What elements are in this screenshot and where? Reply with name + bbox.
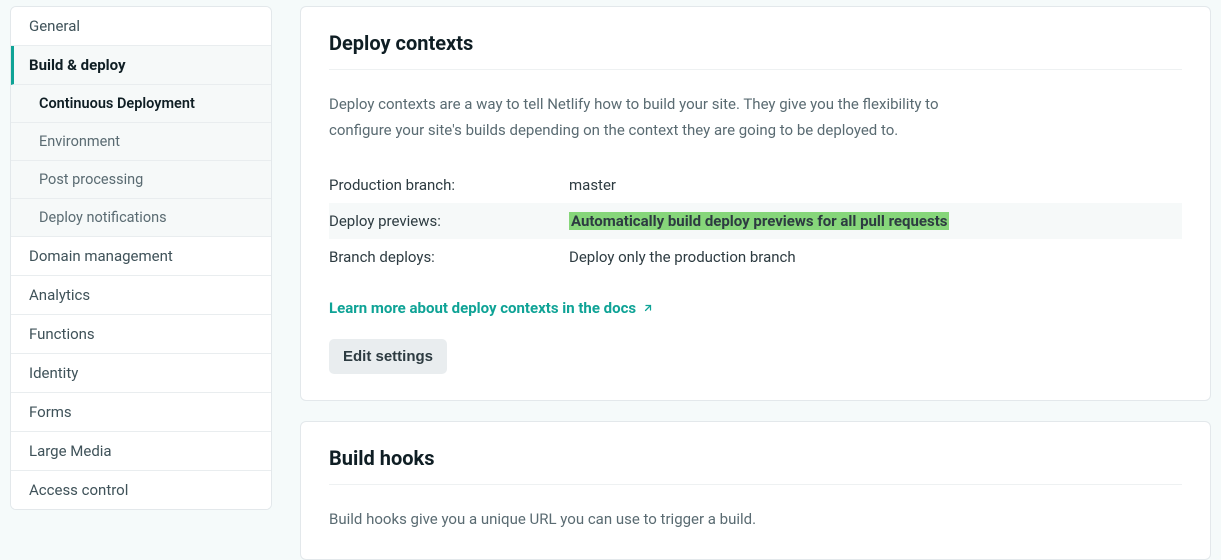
table-row: Deploy previews: Automatically build dep… [329,203,1182,239]
branch-deploys-value: Deploy only the production branch [569,239,1182,275]
sidebar-sub-environment[interactable]: Environment [11,123,271,161]
build-hooks-description: Build hooks give you a unique URL you ca… [329,507,989,533]
production-branch-label: Production branch: [329,167,569,203]
sidebar-item-domain-management[interactable]: Domain management [11,237,271,276]
deploy-contexts-table: Production branch: master Deploy preview… [329,167,1182,275]
table-row: Production branch: master [329,167,1182,203]
learn-more-link[interactable]: Learn more about deploy contexts in the … [329,299,654,317]
learn-more-label: Learn more about deploy contexts in the … [329,299,636,317]
sidebar-item-identity[interactable]: Identity [11,354,271,393]
sidebar-item-large-media[interactable]: Large Media [11,432,271,471]
sidebar-item-forms[interactable]: Forms [11,393,271,432]
deploy-previews-label: Deploy previews: [329,203,569,239]
production-branch-value: master [569,167,1182,203]
external-link-icon [642,302,654,314]
deploy-previews-highlight: Automatically build deploy previews for … [569,212,949,230]
deploy-contexts-title: Deploy contexts [329,31,1182,70]
edit-settings-button[interactable]: Edit settings [329,339,447,374]
sidebar-sub-post-processing[interactable]: Post processing [11,161,271,199]
deploy-previews-value: Automatically build deploy previews for … [569,203,1182,239]
sidebar-item-access-control[interactable]: Access control [11,471,271,509]
main-content: Deploy contexts Deploy contexts are a wa… [300,6,1211,560]
settings-sidebar: General Build & deploy Continuous Deploy… [10,6,272,510]
sidebar-item-build-deploy[interactable]: Build & deploy [11,46,271,85]
deploy-contexts-card: Deploy contexts Deploy contexts are a wa… [300,6,1211,401]
sidebar-sub-deploy-notifications[interactable]: Deploy notifications [11,199,271,237]
build-hooks-card: Build hooks Build hooks give you a uniqu… [300,421,1211,560]
sidebar-item-functions[interactable]: Functions [11,315,271,354]
deploy-contexts-description: Deploy contexts are a way to tell Netlif… [329,92,989,143]
sidebar-item-general[interactable]: General [11,7,271,46]
build-hooks-title: Build hooks [329,446,1182,485]
table-row: Branch deploys: Deploy only the producti… [329,239,1182,275]
sidebar-item-analytics[interactable]: Analytics [11,276,271,315]
sidebar-sub-continuous-deployment[interactable]: Continuous Deployment [11,85,271,123]
branch-deploys-label: Branch deploys: [329,239,569,275]
